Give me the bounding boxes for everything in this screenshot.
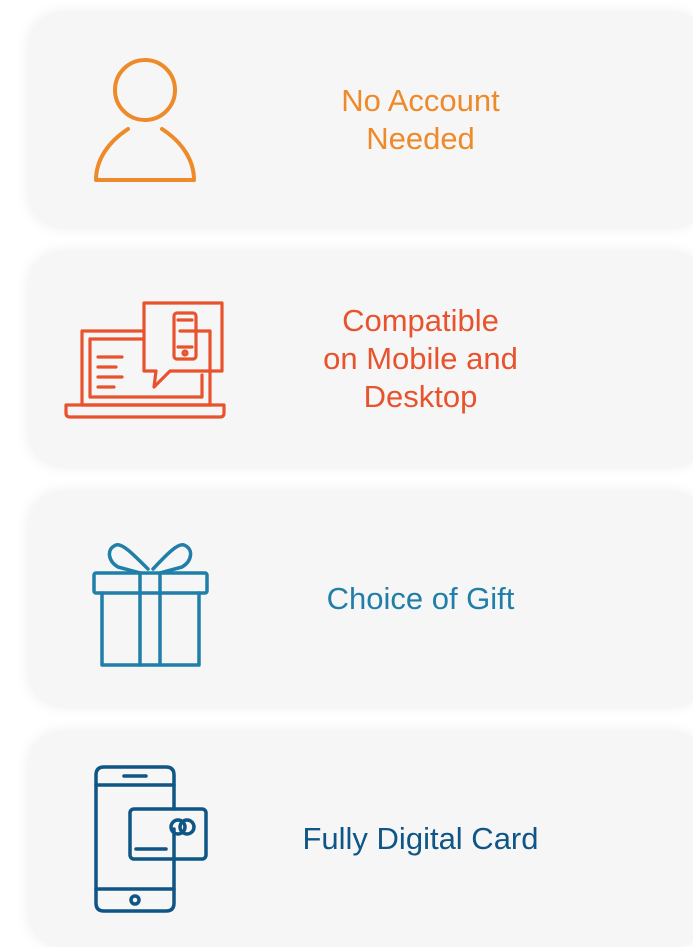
gift-icon <box>92 543 209 667</box>
laptop-mobile-icon <box>64 301 226 419</box>
feature-label: Choice of Gift <box>326 581 515 616</box>
feature-card-compatible: Compatible on Mobile and Desktop <box>28 251 693 467</box>
phone-card-icon <box>94 765 208 913</box>
user-icon <box>94 58 196 182</box>
feature-label: Compatible on Mobile and Desktop <box>323 303 518 414</box>
feature-label: No Account Needed <box>341 83 500 156</box>
feature-card-gift: Choice of Gift <box>28 491 693 707</box>
feature-label: Fully Digital Card <box>302 821 539 856</box>
feature-card-no-account: No Account Needed <box>28 12 693 228</box>
feature-card-digital-card: Fully Digital Card <box>28 731 693 947</box>
